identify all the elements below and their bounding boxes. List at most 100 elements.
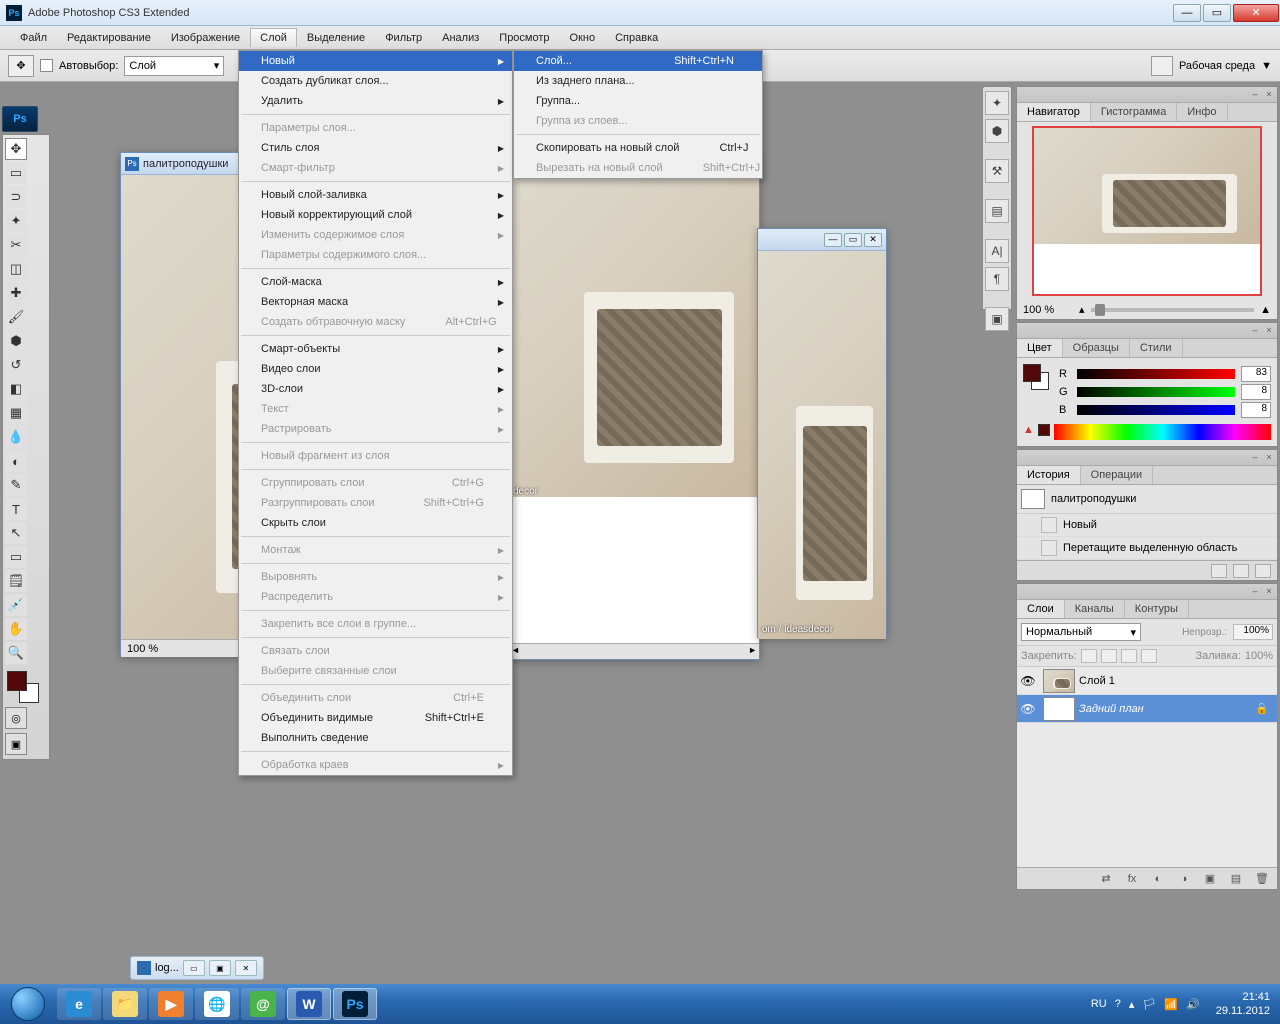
menu-item[interactable]: Удалить▶ [239,91,512,111]
shape-tool[interactable]: ▭ [5,546,27,568]
tray-help-icon[interactable]: ? [1115,998,1121,1010]
tray-arrow-icon[interactable]: ▴ [1129,998,1135,1011]
close-button[interactable]: ✕ [1233,4,1279,22]
menu-analysis[interactable]: Анализ [432,28,489,48]
menu-item[interactable]: Слой-маска▶ [239,272,512,292]
tab-layers[interactable]: Слои [1017,600,1065,618]
gamut-warning-icon[interactable]: ▲ [1023,424,1034,436]
layer-style-icon[interactable]: fx [1123,871,1141,887]
dock-layercomps-icon[interactable]: ▤ [985,199,1009,223]
dock-toolpresets-icon[interactable]: ⚒ [985,159,1009,183]
visibility-toggle-icon[interactable]: 👁 [1017,702,1039,716]
wand-tool[interactable]: ✦ [5,210,27,232]
color-spectrum[interactable] [1054,424,1271,440]
marquee-tool[interactable]: ▭ [5,162,27,184]
menu-image[interactable]: Изображение [161,28,250,48]
tab-histogram[interactable]: Гистограмма [1091,103,1178,121]
panel-close[interactable]: × [1263,585,1275,597]
navigator-zoom[interactable]: 100 % [1023,304,1073,316]
layer-row[interactable]: 👁 Задний план 🔒 [1017,695,1277,723]
new-layer-icon[interactable]: ▤ [1227,871,1245,887]
document-window-3[interactable]: — ▭ ✕ om / ideasdecor [757,228,887,638]
menu-item[interactable]: Видео слои▶ [239,359,512,379]
tab-swatches[interactable]: Образцы [1063,339,1130,357]
screenmode-toggle[interactable]: ▣ [5,733,27,755]
eraser-tool[interactable]: ◧ [5,378,27,400]
lock-pixels-icon[interactable] [1101,649,1117,663]
workspace-icon[interactable] [1151,56,1173,76]
menu-item[interactable]: Объединить видимыеShift+Ctrl+E [239,708,512,728]
taskbar-word[interactable]: W [287,988,331,1020]
menu-item[interactable]: Векторная маска▶ [239,292,512,312]
workspace-label[interactable]: Рабочая среда [1179,60,1255,72]
tray-lang[interactable]: RU [1091,998,1107,1010]
link-layers-icon[interactable]: ⇄ [1097,871,1115,887]
submenu-item[interactable]: Из заднего плана... [514,71,762,91]
panel-close[interactable]: × [1263,324,1275,336]
dock-character-icon[interactable]: A| [985,239,1009,263]
history-snapshot-icon[interactable] [1233,564,1249,578]
taskbar-explorer[interactable]: 📁 [103,988,147,1020]
color-swatches[interactable] [5,669,47,705]
taskbar-chrome[interactable]: 🌐 [195,988,239,1020]
history-step[interactable]: Перетащите выделенную область [1017,537,1277,560]
menu-item[interactable]: Выполнить сведение [239,728,512,748]
panel-minimize[interactable]: – [1249,88,1261,100]
new-group-icon[interactable]: ▣ [1201,871,1219,887]
tabdoc-restore[interactable]: ▭ [183,960,205,976]
history-step[interactable]: Новый [1017,514,1277,537]
history-snapshot[interactable]: палитроподушки [1017,485,1277,514]
delete-layer-icon[interactable]: 🗑 [1253,871,1271,887]
notes-tool[interactable]: 🗒 [5,570,27,592]
opacity-value[interactable]: 100% [1233,624,1273,640]
adjustment-layer-icon[interactable]: ◑ [1175,871,1193,887]
tray-network-icon[interactable]: 📶 [1164,998,1178,1011]
menu-item[interactable]: Новый▶ [239,51,512,71]
tab-channels[interactable]: Каналы [1065,600,1125,618]
lock-transparency-icon[interactable] [1081,649,1097,663]
scrollbar-horizontal[interactable] [509,643,759,659]
dodge-tool[interactable]: ◐ [5,450,27,472]
history-brush-tool[interactable]: ↺ [5,354,27,376]
menu-layer[interactable]: Слой [250,28,297,47]
doc3-close[interactable]: ✕ [864,233,882,247]
doc3-minimize[interactable]: — [824,233,842,247]
lock-position-icon[interactable] [1121,649,1137,663]
tabdoc-maximize[interactable]: ▣ [209,960,231,976]
tab-styles[interactable]: Стили [1130,339,1183,357]
menu-window[interactable]: Окно [560,28,606,48]
submenu-item[interactable]: Группа... [514,91,762,111]
menu-item[interactable]: Создать дубликат слоя... [239,71,512,91]
taskbar-media[interactable]: ▶ [149,988,193,1020]
blur-tool[interactable]: 💧 [5,426,27,448]
autoselect-checkbox[interactable] [40,59,53,72]
menu-help[interactable]: Справка [605,28,668,48]
b-value[interactable]: 8 [1241,402,1271,418]
r-value[interactable]: 83 [1241,366,1271,382]
panel-minimize[interactable]: – [1249,585,1261,597]
taskbar-ie[interactable]: e [57,988,101,1020]
taskbar-photoshop[interactable]: Ps [333,988,377,1020]
history-new-doc-icon[interactable] [1211,564,1227,578]
navigator-thumbnail[interactable] [1032,126,1262,296]
tabdoc-close[interactable]: ✕ [235,960,257,976]
move-tool-icon[interactable]: ✥ [8,55,34,77]
menu-item[interactable]: Стиль слоя▶ [239,138,512,158]
submenu-item[interactable]: Скопировать на новый слойCtrl+J [514,138,762,158]
zoom-tool[interactable]: 🔍 [5,642,27,664]
history-delete-icon[interactable] [1255,564,1271,578]
zoom-in-icon[interactable]: ▲ [1260,304,1271,316]
menu-item[interactable]: Новый корректирующий слой▶ [239,205,512,225]
crop-tool[interactable]: ✂ [5,234,27,256]
menu-select[interactable]: Выделение [297,28,375,48]
quickmask-toggle[interactable]: ◎ [5,707,27,729]
zoom-slider[interactable] [1091,308,1255,312]
menu-edit[interactable]: Редактирование [57,28,161,48]
path-tool[interactable]: ↖ [5,522,27,544]
move-tool[interactable]: ✥ [5,138,27,160]
hand-tool[interactable]: ✋ [5,618,27,640]
lock-all-icon[interactable] [1141,649,1157,663]
tab-info[interactable]: Инфо [1177,103,1227,121]
tabbed-docs[interactable]: log... ▭ ▣ ✕ [130,956,264,980]
layer-mask-icon[interactable]: ◐ [1149,871,1167,887]
